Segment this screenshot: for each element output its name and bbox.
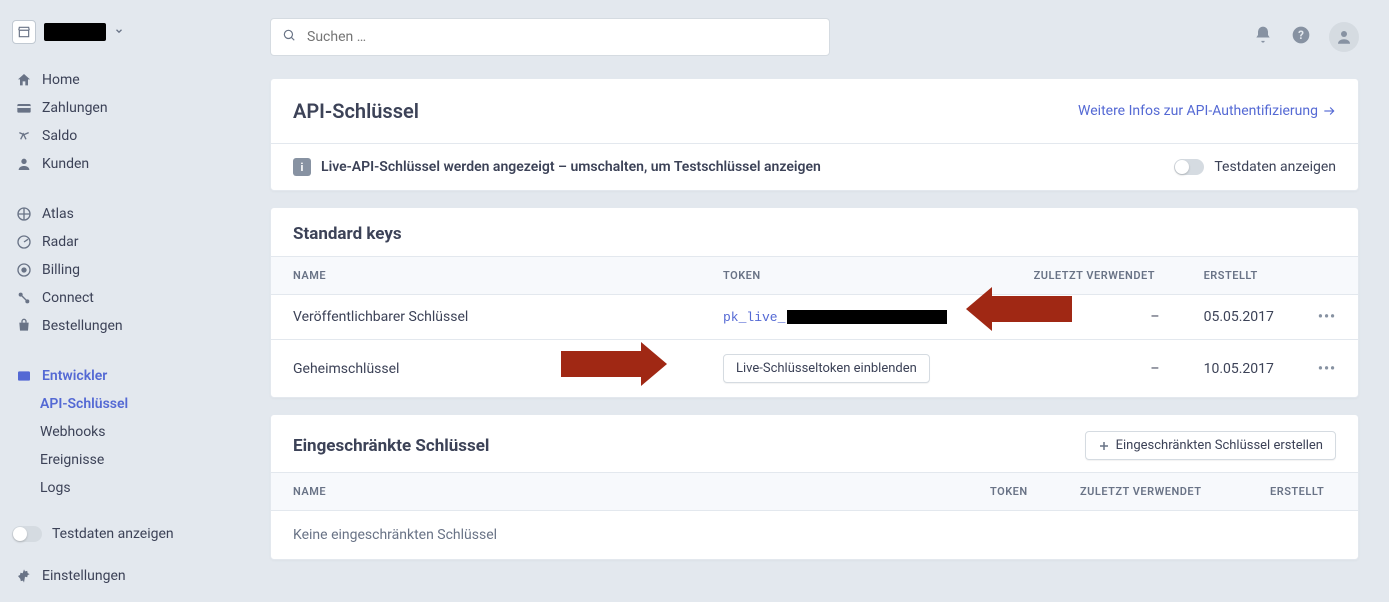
sidebar-item-orders[interactable]: Bestellungen <box>0 312 240 340</box>
token-redacted <box>787 310 947 324</box>
annotation-arrow <box>966 287 1072 331</box>
account-name-redacted <box>44 23 106 41</box>
sidebar-label: Einstellungen <box>42 568 126 584</box>
key-created: 10.05.2017 <box>1182 340 1296 398</box>
table-row: Geheimschlüssel Live-Schlüsseltoken einb… <box>271 340 1358 398</box>
api-keys-card: API-Schlüssel Weitere Infos zur API-Auth… <box>270 78 1359 191</box>
connect-icon <box>16 290 32 306</box>
page-title: API-Schlüssel <box>293 99 419 123</box>
link-label: Weitere Infos zur API-Authentifizierung <box>1078 103 1318 119</box>
sidebar-label: Kunden <box>42 156 89 172</box>
standard-keys-card: Standard keys NAME TOKEN ZULETZT VERWEND… <box>270 207 1359 398</box>
sidebar-item-customers[interactable]: Kunden <box>0 150 240 178</box>
table-row: Veröffentlichbarer Schlüssel pk_live_ – … <box>271 295 1358 340</box>
billing-icon <box>16 262 32 278</box>
sidebar-item-payments[interactable]: Zahlungen <box>0 94 240 122</box>
sidebar-label: Ereignisse <box>40 452 104 468</box>
toggle-switch[interactable] <box>12 526 42 542</box>
sidebar-item-radar[interactable]: Radar <box>0 228 240 256</box>
restricted-keys-title: Eingeschränkte Schlüssel <box>293 436 489 456</box>
info-icon: i <box>293 158 311 176</box>
sidebar-label: Atlas <box>42 206 74 222</box>
sidebar-label: Radar <box>42 234 79 250</box>
th-name: NAME <box>271 257 701 295</box>
key-name: Veröffentlichbarer Schlüssel <box>271 295 701 340</box>
test-data-toggle[interactable] <box>1174 159 1204 175</box>
row-actions-menu[interactable]: ••• <box>1318 309 1336 325</box>
sidebar-item-atlas[interactable]: Atlas <box>0 200 240 228</box>
key-token-cell: pk_live_ <box>701 295 1012 340</box>
svg-text:?: ? <box>1298 28 1304 42</box>
sidebar: Home Zahlungen Saldo Kunden Atlas <box>0 0 240 602</box>
sidebar-item-logs[interactable]: Logs <box>0 474 240 502</box>
api-auth-docs-link[interactable]: Weitere Infos zur API-Authentifizierung <box>1078 103 1336 119</box>
sidebar-item-billing[interactable]: Billing <box>0 256 240 284</box>
sidebar-item-connect[interactable]: Connect <box>0 284 240 312</box>
sidebar-label: Logs <box>40 480 71 496</box>
orders-icon <box>16 318 32 334</box>
main-content: ? API-Schlüssel Weitere Infos zur API-Au… <box>240 0 1389 602</box>
notifications-icon[interactable] <box>1253 25 1273 49</box>
avatar[interactable] <box>1329 22 1359 52</box>
standard-keys-title: Standard keys <box>271 208 1358 257</box>
sidebar-item-home[interactable]: Home <box>0 66 240 94</box>
search-container <box>270 18 830 56</box>
row-actions-menu[interactable]: ••• <box>1318 361 1336 377</box>
banner-text: Live-API-Schlüssel werden angezeigt – um… <box>321 159 821 175</box>
toggle-label: Testdaten anzeigen <box>52 526 174 542</box>
search-input[interactable] <box>270 18 830 56</box>
standard-keys-table: NAME TOKEN ZULETZT VERWENDET ERSTELLT Ve… <box>271 257 1358 397</box>
sidebar-item-webhooks[interactable]: Webhooks <box>0 418 240 446</box>
atlas-icon <box>16 206 32 222</box>
restricted-keys-card: Eingeschränkte Schlüssel Eingeschränkten… <box>270 414 1359 560</box>
payments-icon <box>16 100 32 116</box>
search-icon <box>282 28 296 46</box>
customers-icon <box>16 156 32 172</box>
chevron-down-icon <box>114 24 124 40</box>
help-icon[interactable]: ? <box>1291 25 1311 49</box>
sidebar-label: Bestellungen <box>42 318 123 334</box>
key-created: 05.05.2017 <box>1182 295 1296 340</box>
balance-icon <box>16 128 32 144</box>
store-icon <box>12 20 36 44</box>
restricted-keys-table: NAME TOKEN ZULETZT VERWENDET ERSTELLT <box>271 473 1358 511</box>
th-token: TOKEN <box>968 473 1058 511</box>
topbar: ? <box>270 18 1359 56</box>
th-last: ZULETZT VERWENDET <box>1058 473 1248 511</box>
th-created: ERSTELLT <box>1182 257 1296 295</box>
sidebar-label: Saldo <box>42 128 77 144</box>
key-token-prefix[interactable]: pk_live_ <box>723 310 785 325</box>
annotation-arrow <box>561 342 667 386</box>
sidebar-item-developers[interactable]: Entwickler <box>0 362 240 390</box>
banner-toggle-label: Testdaten anzeigen <box>1214 159 1336 175</box>
developers-icon <box>16 368 32 384</box>
reveal-secret-button[interactable]: Live-Schlüsseltoken einblenden <box>723 354 930 383</box>
sidebar-item-balance[interactable]: Saldo <box>0 122 240 150</box>
sidebar-test-toggle[interactable]: Testdaten anzeigen <box>0 520 240 548</box>
key-name: Geheimschlüssel <box>271 340 701 398</box>
th-name: NAME <box>271 473 968 511</box>
sidebar-label: Connect <box>42 290 94 306</box>
home-icon <box>16 72 32 88</box>
sidebar-label: Webhooks <box>40 424 106 440</box>
sidebar-label: API-Schlüssel <box>40 396 128 412</box>
th-created: ERSTELLT <box>1248 473 1358 511</box>
sidebar-item-events[interactable]: Ereignisse <box>0 446 240 474</box>
sidebar-label: Zahlungen <box>42 100 108 116</box>
key-token-cell: Live-Schlüsseltoken einblenden <box>701 340 1012 398</box>
key-last: – <box>1012 340 1182 398</box>
sidebar-item-api-keys[interactable]: API-Schlüssel <box>0 390 240 418</box>
restricted-empty-message: Keine eingeschränkten Schlüssel <box>271 511 1358 559</box>
sidebar-label: Home <box>42 72 80 88</box>
sidebar-label: Billing <box>42 262 80 278</box>
create-restricted-key-button[interactable]: Eingeschränkten Schlüssel erstellen <box>1085 431 1336 460</box>
account-switcher[interactable] <box>0 12 240 62</box>
sidebar-label: Entwickler <box>42 368 107 384</box>
radar-icon <box>16 234 32 250</box>
gear-icon <box>16 568 32 584</box>
sidebar-item-settings[interactable]: Einstellungen <box>0 562 240 590</box>
